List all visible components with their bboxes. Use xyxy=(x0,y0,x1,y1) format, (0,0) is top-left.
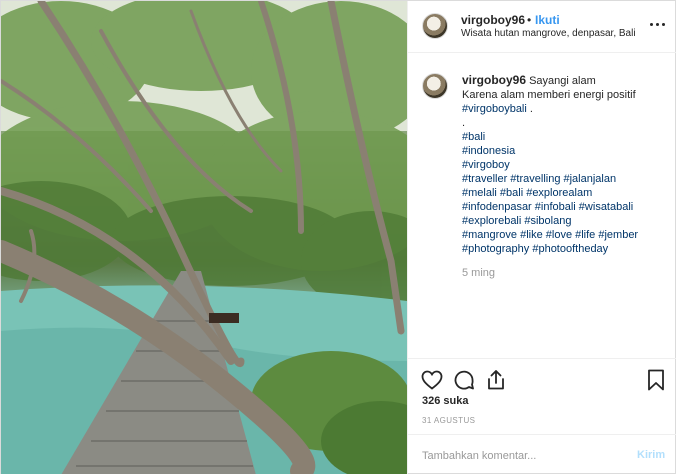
hashtag-row[interactable]: #mangrove #like #love #life #jember xyxy=(462,228,668,242)
comment-input[interactable] xyxy=(422,447,622,465)
caption-dot: . xyxy=(462,117,466,129)
hashtag-link[interactable]: #indonesia xyxy=(462,144,668,158)
post-date: 31 AGUSTUS xyxy=(422,416,476,425)
hashtag-row[interactable]: #traveller #travelling #jalanjalan xyxy=(462,172,668,186)
comments-area: virgoboy96 Sayangi alam Karena alam memb… xyxy=(408,53,676,358)
separator-dot: • xyxy=(527,13,532,27)
caption-suffix: . xyxy=(526,103,533,115)
post-photo[interactable] xyxy=(1,1,407,474)
hashtag-row[interactable]: #melali #bali #explorealam xyxy=(462,186,668,200)
hashtag-row[interactable]: #infodenpasar #infobali #wisatabali xyxy=(462,200,668,214)
bookmark-icon[interactable] xyxy=(644,368,668,392)
instagram-post: virgoboy96 • Ikuti Wisata hutan mangrove… xyxy=(0,0,676,474)
share-icon[interactable] xyxy=(484,368,508,392)
caption-username[interactable]: virgoboy96 xyxy=(462,73,526,87)
header-username[interactable]: virgoboy96 xyxy=(461,13,525,27)
follow-button[interactable]: Ikuti xyxy=(535,13,560,27)
caption-text-1: Sayangi alam xyxy=(529,75,596,87)
more-options-icon[interactable] xyxy=(650,19,666,31)
hashtag-link[interactable]: #bali xyxy=(462,130,668,144)
caption-text-2: Karena alam memberi energi positif xyxy=(462,89,636,101)
post-sidebar: virgoboy96 • Ikuti Wisata hutan mangrove… xyxy=(407,1,676,474)
hashtag-link[interactable]: #virgoboybali xyxy=(462,103,527,115)
comment-bar: Kirim xyxy=(408,434,676,474)
caption-avatar[interactable] xyxy=(422,73,448,99)
hashtag-link[interactable]: #virgoboy xyxy=(462,158,668,172)
location-link[interactable]: Wisata hutan mangrove, denpasar, Bali xyxy=(461,28,636,39)
mangrove-scene xyxy=(1,1,407,474)
hashtag-row[interactable]: #explorebali #sibolang xyxy=(462,214,668,228)
heart-icon[interactable] xyxy=(420,368,444,392)
like-count[interactable]: 326 suka xyxy=(422,395,468,407)
post-header: virgoboy96 • Ikuti Wisata hutan mangrove… xyxy=(408,1,676,53)
comment-icon[interactable] xyxy=(452,368,476,392)
post-comment-button[interactable]: Kirim xyxy=(637,449,665,461)
hashtag-row[interactable]: #photography #photooftheday xyxy=(462,242,668,256)
caption-timestamp[interactable]: 5 ming xyxy=(462,267,495,279)
avatar[interactable] xyxy=(422,13,448,39)
caption: virgoboy96 Sayangi alam Karena alam memb… xyxy=(462,73,668,256)
action-bar xyxy=(408,358,676,398)
